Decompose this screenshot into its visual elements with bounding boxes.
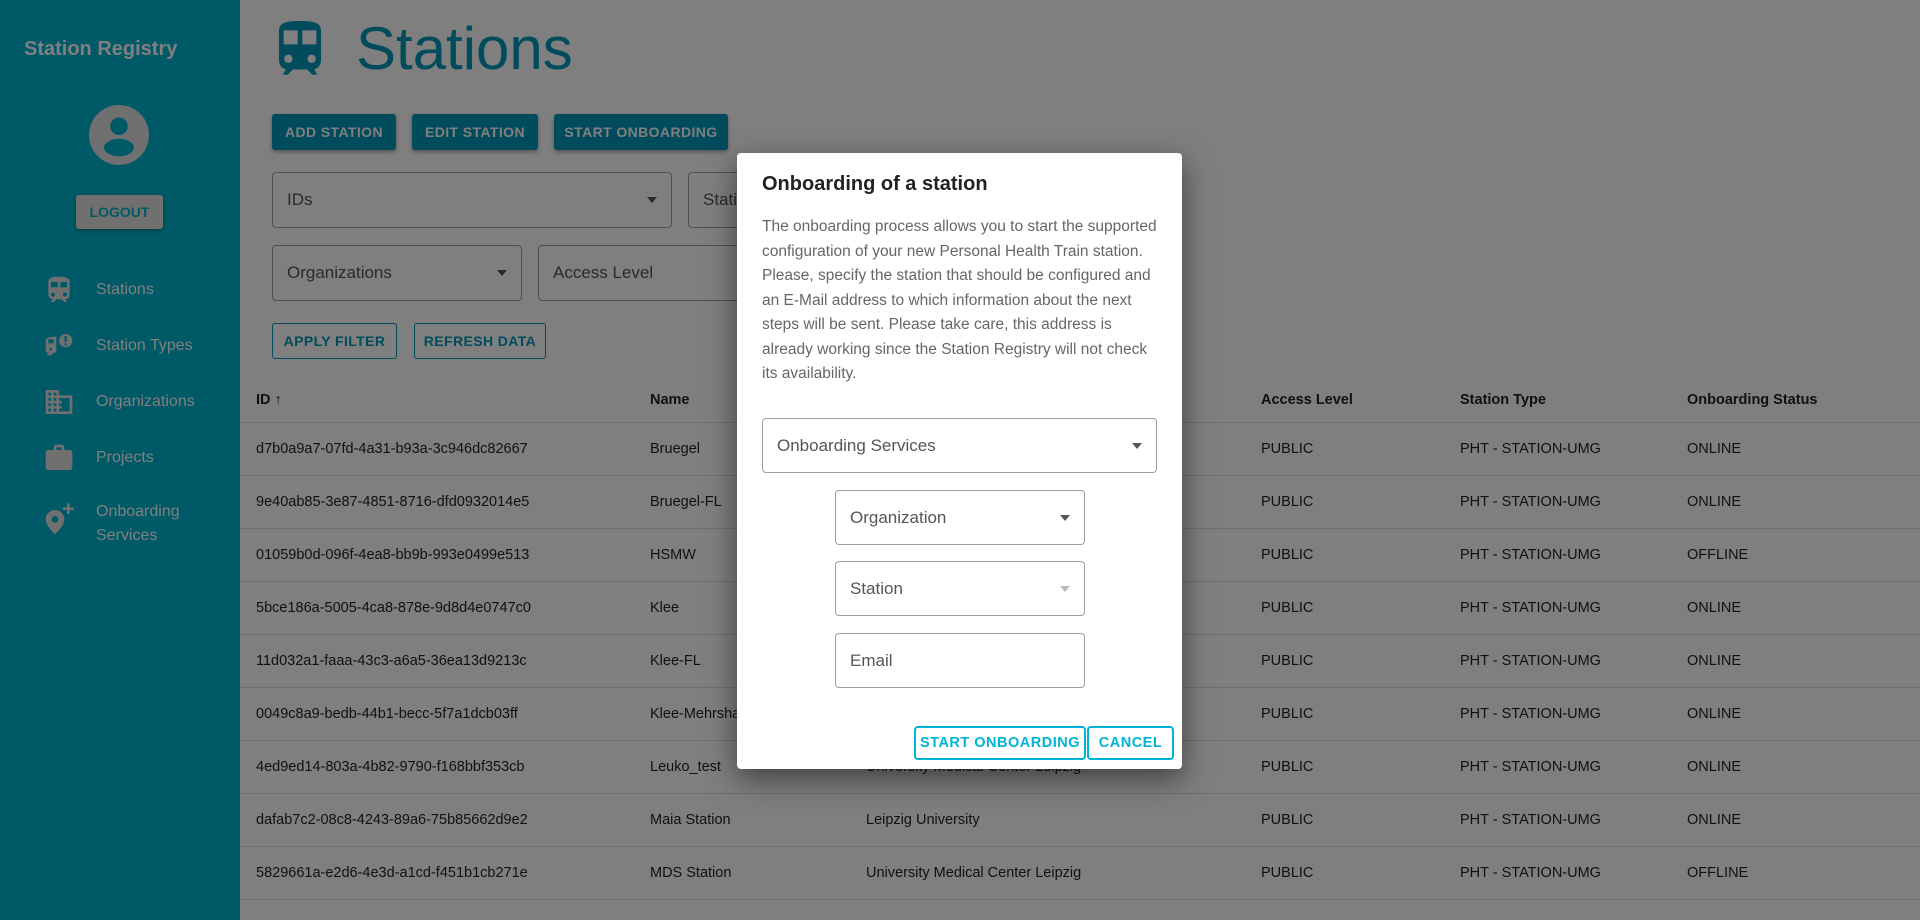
onboarding-services-label: Onboarding Services — [777, 435, 936, 455]
organization-select[interactable]: Organization — [835, 490, 1085, 545]
chevron-down-icon — [1060, 585, 1070, 592]
dialog-text-2: Please, specify the station that should … — [762, 267, 1151, 382]
dialog-description: The onboarding process allows you to sta… — [762, 215, 1162, 387]
dialog-cancel-button[interactable]: CANCEL — [1087, 726, 1174, 760]
dialog-title: Onboarding of a station — [762, 173, 988, 195]
dialog-start-onboarding-button[interactable]: START ONBOARDING — [914, 726, 1086, 760]
email-label: Email — [850, 650, 893, 670]
onboarding-services-select[interactable]: Onboarding Services — [762, 418, 1157, 473]
onboarding-dialog: Onboarding of a station The onboarding p… — [737, 153, 1182, 769]
chevron-down-icon — [1060, 514, 1070, 521]
station-label: Station — [850, 578, 903, 598]
chevron-down-icon — [1132, 442, 1142, 449]
dialog-text-1: The onboarding process allows you to sta… — [762, 218, 1157, 260]
email-input[interactable]: Email — [835, 633, 1085, 688]
station-select[interactable]: Station — [835, 561, 1085, 616]
organization-label: Organization — [850, 507, 947, 527]
